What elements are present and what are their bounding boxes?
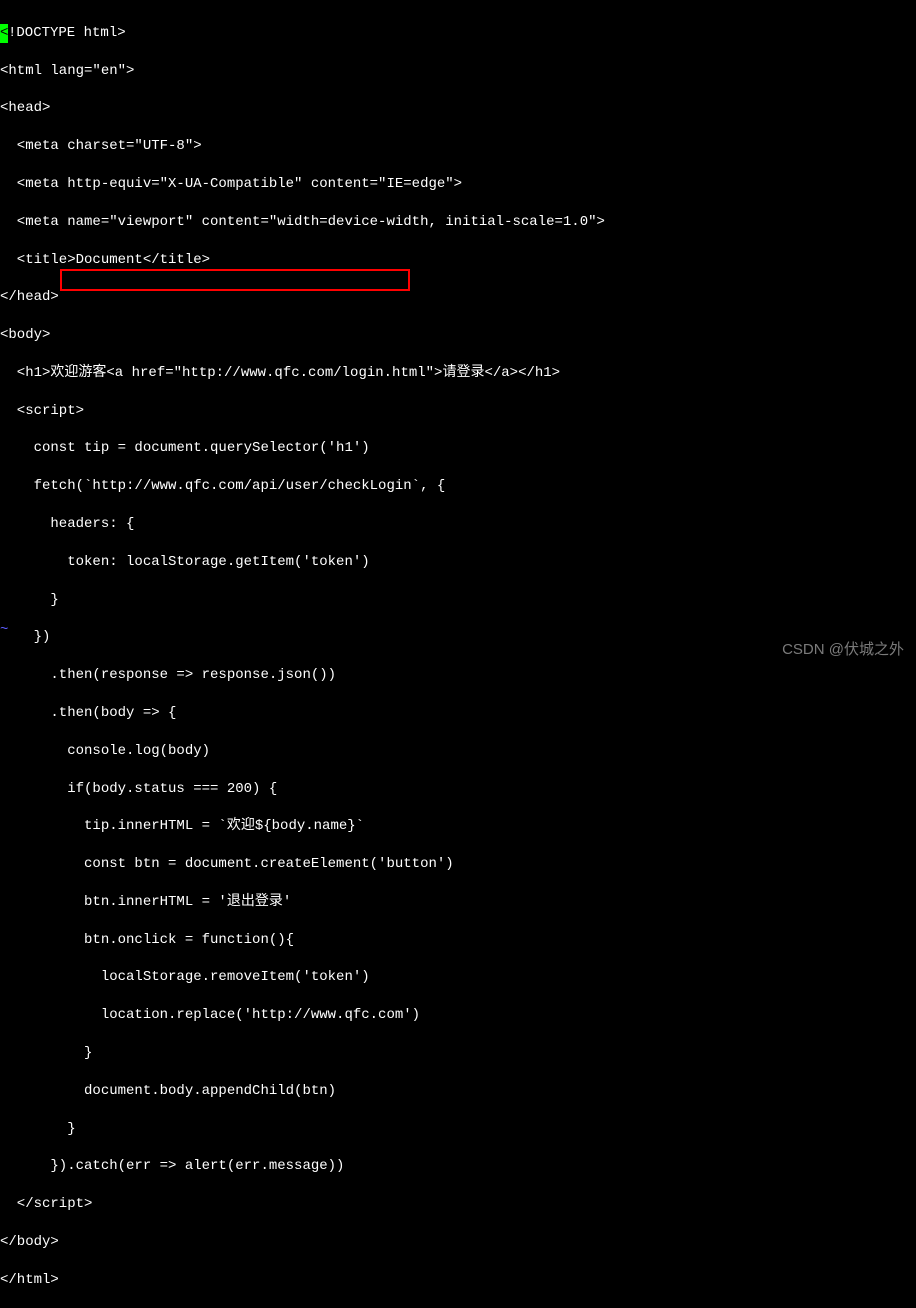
code-line: } — [0, 1120, 916, 1139]
code-line: <meta name="viewport" content="width=dev… — [0, 213, 916, 232]
code-line: </script> — [0, 1195, 916, 1214]
code-line: fetch(`http://www.qfc.com/api/user/check… — [0, 477, 916, 496]
code-line: const tip = document.querySelector('h1') — [0, 439, 916, 458]
code-line: <!DOCTYPE html> — [0, 24, 916, 43]
code-line: <script> — [0, 402, 916, 421]
vim-tilde: ~ — [0, 621, 8, 640]
code-line: localStorage.removeItem('token') — [0, 968, 916, 987]
code-line: tip.innerHTML = `欢迎${body.name}` — [0, 817, 916, 836]
code-line: <head> — [0, 99, 916, 118]
code-line: console.log(body) — [0, 742, 916, 761]
code-line: document.body.appendChild(btn) — [0, 1082, 916, 1101]
code-line: location.replace('http://www.qfc.com') — [0, 1006, 916, 1025]
code-line: </html> — [0, 1271, 916, 1290]
code-line: .then(response => response.json()) — [0, 666, 916, 685]
code-line: btn.innerHTML = '退出登录' — [0, 893, 916, 912]
code-editor: <!DOCTYPE html> <html lang="en"> <head> … — [0, 5, 916, 1308]
watermark: CSDN @伏城之外 — [782, 640, 904, 660]
code-line: <h1>欢迎游客<a href="http://www.qfc.com/logi… — [0, 364, 916, 383]
cursor: < — [0, 24, 8, 43]
code-line: const btn = document.createElement('butt… — [0, 855, 916, 874]
code-line: </head> — [0, 288, 916, 307]
code-line: <html lang="en"> — [0, 62, 916, 81]
code-line: } — [0, 1044, 916, 1063]
code-line: <meta http-equiv="X-UA-Compatible" conte… — [0, 175, 916, 194]
code-line: if(body.status === 200) { — [0, 780, 916, 799]
code-line: <body> — [0, 326, 916, 345]
code-line: } — [0, 591, 916, 610]
code-line: }) — [0, 628, 916, 647]
code-line: <title>Document</title> — [0, 251, 916, 270]
code-line: token: localStorage.getItem('token') — [0, 553, 916, 572]
code-line: <meta charset="UTF-8"> — [0, 137, 916, 156]
code-line: .then(body => { — [0, 704, 916, 723]
code-line: }).catch(err => alert(err.message)) — [0, 1157, 916, 1176]
code-line: </body> — [0, 1233, 916, 1252]
code-line: btn.onclick = function(){ — [0, 931, 916, 950]
code-line: headers: { — [0, 515, 916, 534]
code-text: !DOCTYPE html> — [8, 25, 126, 41]
